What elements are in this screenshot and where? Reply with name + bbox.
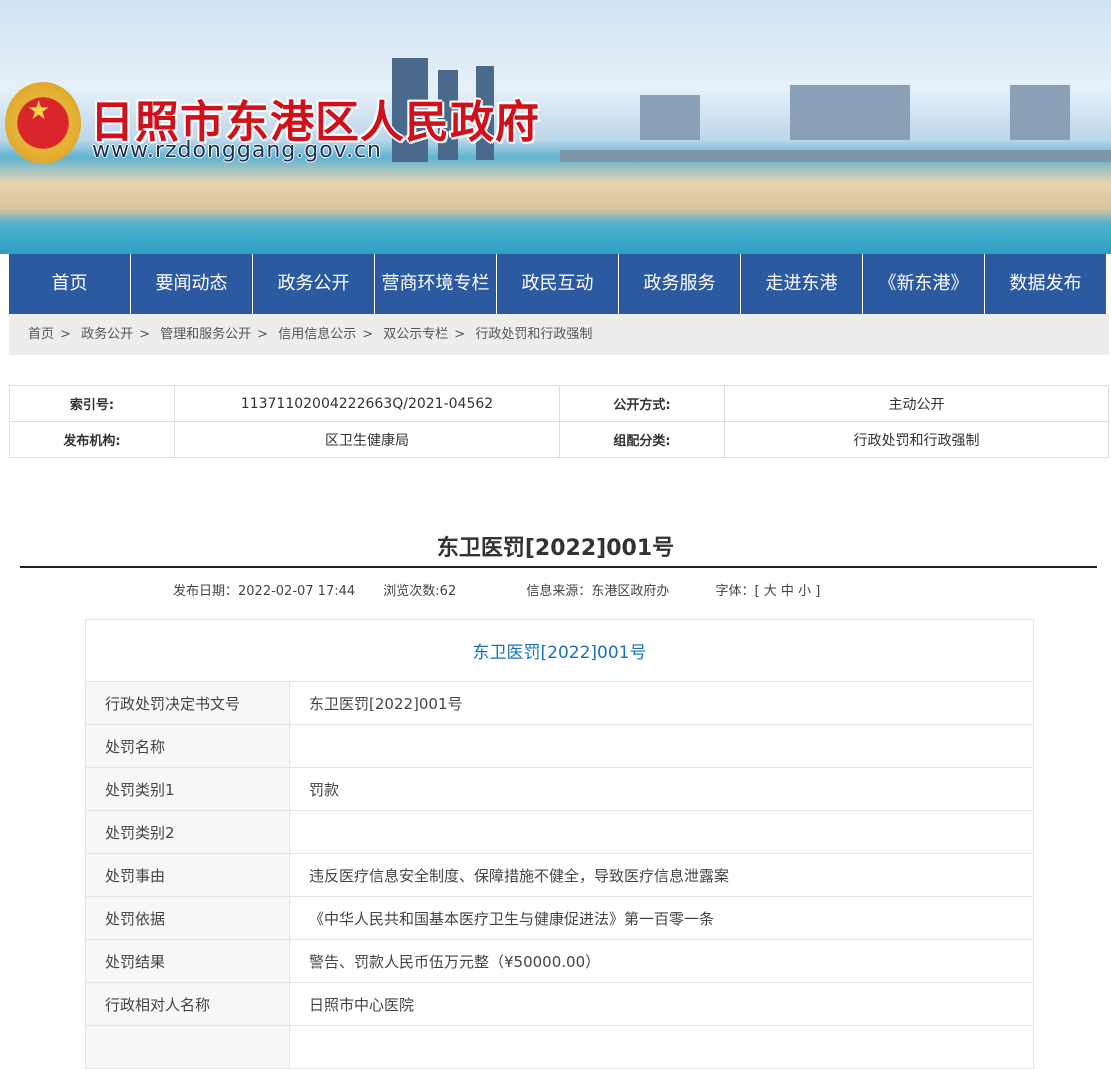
title-divider: [20, 566, 1097, 568]
skyline-tower: [640, 95, 700, 140]
mode-value: 主动公开: [724, 385, 1109, 422]
penalty-table-heading: 东卫医罚[2022]001号: [85, 619, 1034, 682]
breadcrumb: 首页 > 政务公开 > 管理和服务公开 > 信用信息公示 > 双公示专栏 > 行政处罚和行…: [9, 314, 1109, 355]
breadcrumb-item[interactable]: 首页: [28, 327, 54, 342]
index-value: 11371102004222663Q/2021-04562: [174, 385, 560, 422]
row-label: 处罚类别2: [85, 810, 290, 854]
view-count: 浏览次数:62: [383, 584, 457, 599]
table-row: 处罚事由 违反医疗信息安全制度、保障措施不健全，导致医疗信息泄露案: [85, 853, 1034, 897]
table-row: [85, 1025, 1034, 1069]
nav-magazine[interactable]: 《新东港》: [863, 254, 985, 314]
nav-data[interactable]: 数据发布: [985, 254, 1106, 314]
publish-date: 发布日期：2022-02-07 17:44: [173, 584, 356, 599]
row-value: [289, 1025, 1034, 1069]
row-value: [289, 724, 1034, 768]
skyline: [560, 150, 1111, 162]
org-value: 区卫生健康局: [174, 421, 560, 458]
table-row: 处罚名称: [85, 724, 1034, 768]
row-label: 行政相对人名称: [85, 982, 290, 1026]
row-label: [85, 1025, 290, 1069]
table-row: 行政相对人名称 日照市中心医院: [85, 982, 1034, 1026]
row-value: 东卫医罚[2022]001号: [289, 681, 1034, 725]
article-meta: 发布日期：2022-02-07 17:44 浏览次数:62 信息来源：东港区政府…: [173, 580, 820, 599]
info-table: 索引号: 11371102004222663Q/2021-04562 公开方式:…: [9, 385, 1109, 458]
row-value: 日照市中心医院: [289, 982, 1034, 1026]
row-value: 罚款: [289, 767, 1034, 811]
table-row: 处罚类别1 罚款: [85, 767, 1034, 811]
table-row: 行政处罚决定书文号 东卫医罚[2022]001号: [85, 681, 1034, 725]
info-source: 信息来源：东港区政府办: [526, 584, 670, 599]
font-size-label: 字体：[: [715, 584, 760, 599]
row-label: 处罚依据: [85, 896, 290, 940]
row-value: 警告、罚款人民币伍万元整（¥50000.00）: [289, 939, 1034, 983]
breadcrumb-item[interactable]: 双公示专栏: [383, 327, 448, 342]
nav-gov-affairs[interactable]: 政务公开: [253, 254, 375, 314]
nav-home[interactable]: 首页: [9, 254, 131, 314]
row-label: 处罚事由: [85, 853, 290, 897]
nav-services[interactable]: 政务服务: [619, 254, 741, 314]
row-label: 处罚结果: [85, 939, 290, 983]
table-row: 处罚类别2: [85, 810, 1034, 854]
row-label: 行政处罚决定书文号: [85, 681, 290, 725]
breadcrumb-item[interactable]: 管理和服务公开: [160, 327, 251, 342]
mode-label: 公开方式:: [559, 385, 725, 422]
nav-business[interactable]: 营商环境专栏: [375, 254, 497, 314]
font-medium-button[interactable]: 中: [781, 584, 794, 599]
breadcrumb-item[interactable]: 信用信息公示: [278, 327, 356, 342]
header-banner: ★ 日照市东港区人民政府 www.rzdonggang.gov.cn: [0, 0, 1111, 254]
org-label: 发布机构:: [9, 421, 175, 458]
breadcrumb-item[interactable]: 政务公开: [81, 327, 133, 342]
penalty-table: 东卫医罚[2022]001号 行政处罚决定书文号 东卫医罚[2022]001号 处…: [85, 619, 1034, 1069]
nav-interaction[interactable]: 政民互动: [497, 254, 619, 314]
nav-news[interactable]: 要闻动态: [131, 254, 253, 314]
font-size-bracket: ]: [815, 584, 821, 599]
national-emblem-icon: ★: [5, 82, 81, 164]
row-value: [289, 810, 1034, 854]
site-url: www.rzdonggang.gov.cn: [92, 138, 382, 163]
font-size-control: 字体：[ 大 中 小 ]: [716, 584, 821, 599]
font-large-button[interactable]: 大: [764, 584, 777, 599]
row-label: 处罚类别1: [85, 767, 290, 811]
category-label: 组配分类:: [559, 421, 725, 458]
row-label: 处罚名称: [85, 724, 290, 768]
table-row: 处罚依据 《中华人民共和国基本医疗卫生与健康促进法》第一百零一条: [85, 896, 1034, 940]
nav-about[interactable]: 走进东港: [741, 254, 863, 314]
breadcrumb-item[interactable]: 行政处罚和行政强制: [475, 327, 592, 342]
skyline-tower: [790, 85, 910, 140]
font-small-button[interactable]: 小: [798, 584, 811, 599]
article-title: 东卫医罚[2022]001号: [436, 536, 675, 561]
main-nav: 首页 要闻动态 政务公开 营商环境专栏 政民互动 政务服务 走进东港 《新东港》…: [9, 254, 1106, 314]
table-row: 处罚结果 警告、罚款人民币伍万元整（¥50000.00）: [85, 939, 1034, 983]
skyline-tower: [1010, 85, 1070, 140]
category-value: 行政处罚和行政强制: [724, 421, 1109, 458]
row-value: 《中华人民共和国基本医疗卫生与健康促进法》第一百零一条: [289, 896, 1034, 940]
index-label: 索引号:: [9, 385, 175, 422]
row-value: 违反医疗信息安全制度、保障措施不健全，导致医疗信息泄露案: [289, 853, 1034, 897]
